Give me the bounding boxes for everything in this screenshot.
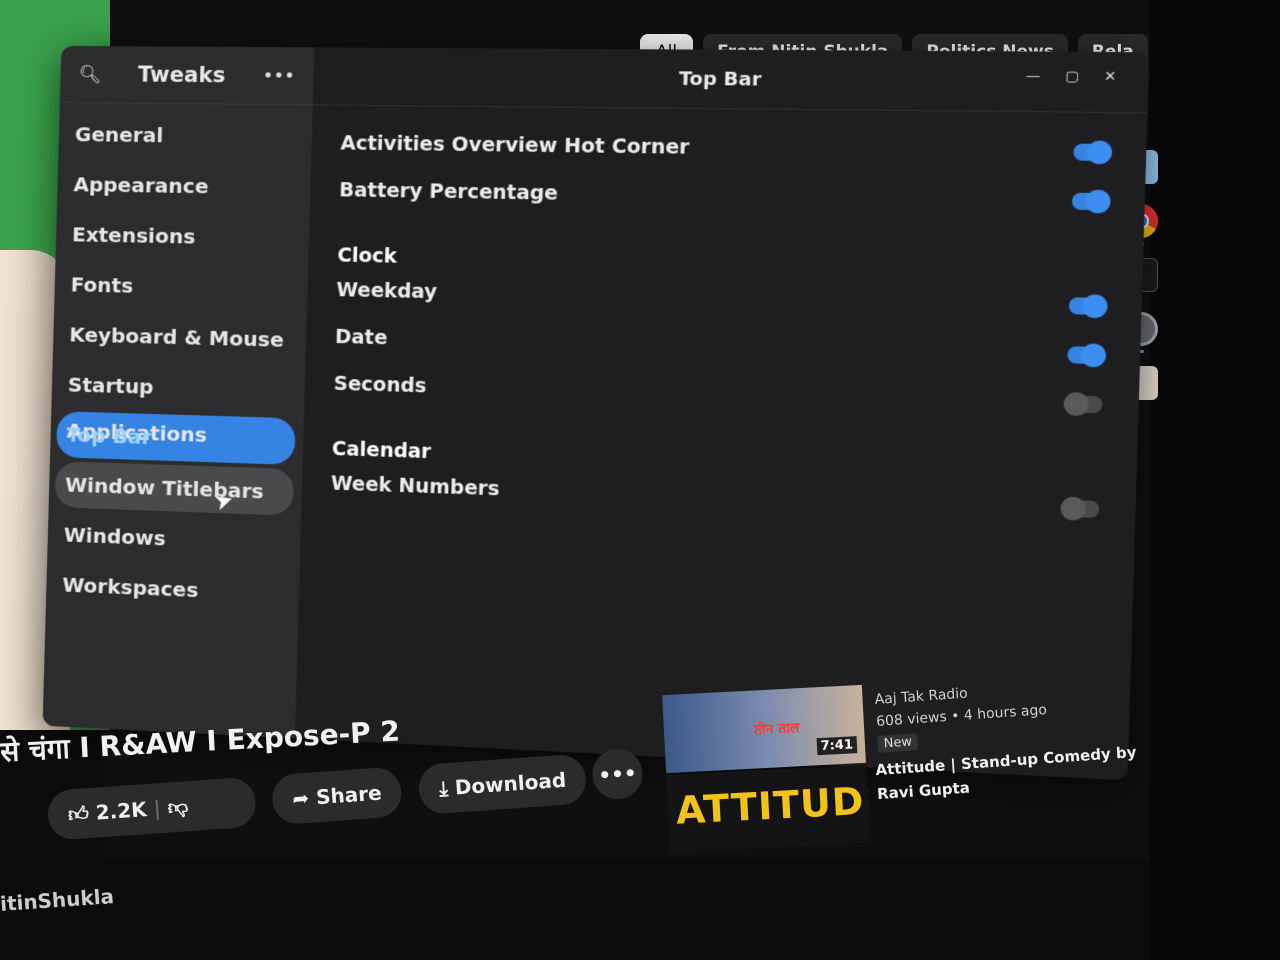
- sidebar-item-extensions[interactable]: Extensions: [62, 211, 302, 262]
- seconds-toggle[interactable]: [1065, 395, 1103, 414]
- setting-label: Week Numbers: [330, 472, 500, 501]
- recommendation-thumbnail[interactable]: तीन ताल 7:41: [662, 684, 866, 774]
- recommendation-thumbnail[interactable]: ATTITUDE: [666, 764, 870, 854]
- share-icon: ➦: [291, 785, 317, 811]
- sidebar-list: General Appearance Extensions Fonts Keyb…: [46, 103, 313, 618]
- panel-title: Top Bar: [678, 68, 762, 91]
- sidebar-item-appearance[interactable]: Appearance: [63, 161, 303, 211]
- thumbs-up-icon[interactable]: 👍︎: [67, 801, 90, 826]
- sidebar-item-startup-applications[interactable]: Startup Applications: [57, 361, 297, 446]
- setting-label: Activities Overview Hot Corner: [340, 132, 690, 159]
- sidebar-item-general[interactable]: General: [64, 111, 304, 160]
- sidebar-item-window-titlebars[interactable]: Window Titlebars: [54, 461, 295, 516]
- sidebar-item-windows[interactable]: Windows: [53, 511, 293, 566]
- sidebar-item-workspaces[interactable]: Workspaces: [52, 561, 292, 617]
- setting-label: Date: [334, 325, 388, 350]
- maximize-icon[interactable]: ▢: [1065, 69, 1079, 85]
- thumbnail-text: ATTITUDE: [674, 777, 870, 833]
- thumbnail-text: तीन ताल: [753, 720, 800, 739]
- panel-header: Top Bar — ▢ ✕: [312, 47, 1150, 114]
- thumbs-down-icon[interactable]: 👎︎: [167, 794, 189, 819]
- channel-name[interactable]: itinShukla: [0, 884, 115, 916]
- sidebar-item-keyboard-mouse[interactable]: Keyboard & Mouse: [59, 311, 299, 363]
- tweaks-sidebar: 🔍︎ Tweaks ••• General Appearance Extensi…: [42, 45, 316, 739]
- recommendation-info[interactable]: Aaj Tak Radio 608 views • 4 hours ago Ne…: [874, 680, 1049, 753]
- download-label: Download: [454, 767, 567, 800]
- download-button[interactable]: ⤓ Download: [417, 753, 588, 815]
- download-icon: ⤓: [438, 775, 456, 801]
- setting-label: Weekday: [336, 278, 438, 304]
- date-toggle[interactable]: [1067, 346, 1104, 365]
- menu-dots-icon[interactable]: •••: [262, 65, 295, 87]
- setting-battery-percentage: Battery Percentage: [339, 167, 1114, 227]
- settings-list: Activities Overview Hot Corner Battery P…: [301, 105, 1147, 550]
- monitor-bezel: [1150, 0, 1280, 960]
- sidebar-header: 🔍︎ Tweaks •••: [59, 45, 315, 106]
- share-label: Share: [315, 780, 383, 810]
- minimize-icon[interactable]: —: [1026, 68, 1041, 84]
- new-badge: New: [877, 733, 919, 753]
- week-numbers-toggle[interactable]: [1062, 499, 1100, 519]
- search-icon[interactable]: 🔍︎: [78, 64, 101, 85]
- like-count: 2.2K: [94, 797, 148, 825]
- close-icon[interactable]: ✕: [1104, 69, 1117, 85]
- share-button[interactable]: ➦ Share: [270, 766, 404, 826]
- rec-views: 608 views: [875, 709, 948, 730]
- battery-percentage-toggle[interactable]: [1071, 192, 1109, 211]
- like-dislike-button[interactable]: 👍︎ 2.2K | 👎︎: [46, 776, 258, 841]
- more-actions-button[interactable]: •••: [590, 747, 645, 801]
- app-title: Tweaks: [137, 62, 226, 88]
- rec-age: • 4 hours ago: [950, 702, 1048, 725]
- video-duration: 7:41: [816, 736, 858, 756]
- hot-corner-toggle[interactable]: [1073, 143, 1111, 162]
- settings-panel: Top Bar — ▢ ✕ Activities Overview Hot Co…: [294, 47, 1150, 781]
- setting-label: Battery Percentage: [338, 179, 559, 205]
- setting-label: Seconds: [333, 372, 427, 398]
- tweaks-window: 🔍︎ Tweaks ••• General Appearance Extensi…: [42, 45, 1150, 781]
- weekday-toggle[interactable]: [1068, 297, 1106, 316]
- sidebar-item-fonts[interactable]: Fonts: [60, 261, 300, 312]
- window-controls: — ▢ ✕: [1026, 68, 1117, 85]
